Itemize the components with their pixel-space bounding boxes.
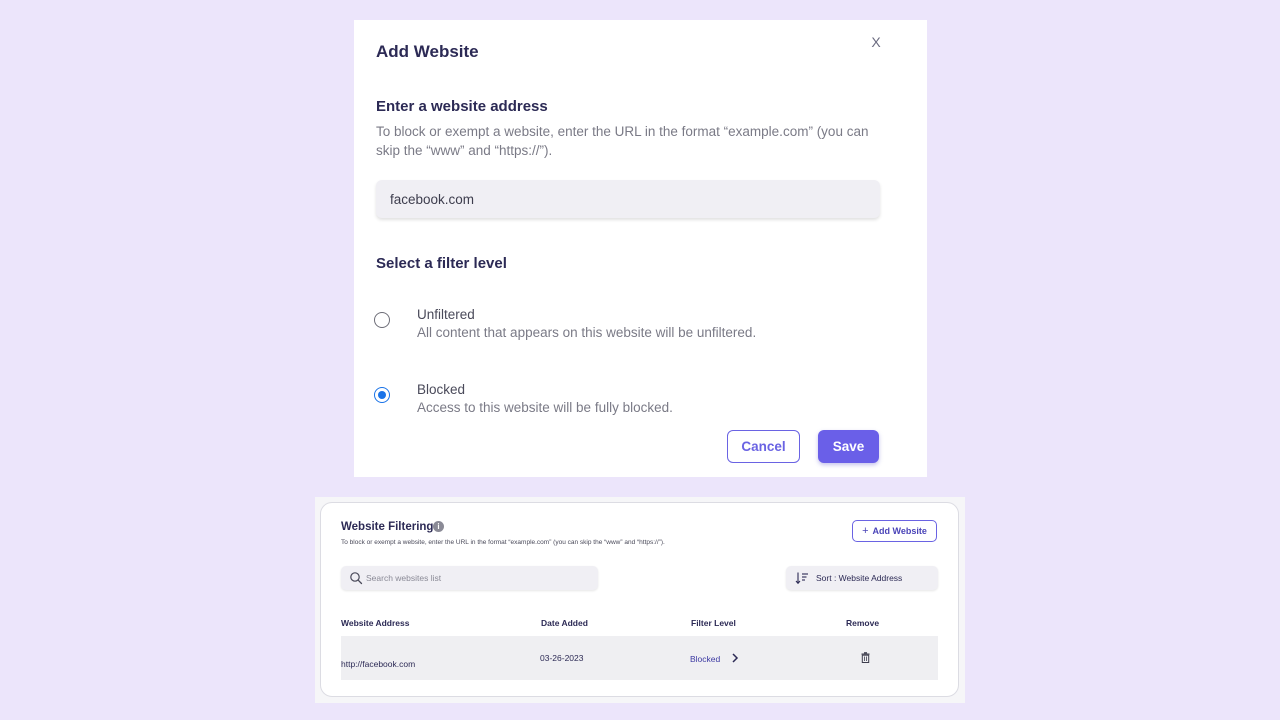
save-button[interactable]: Save [818,430,879,463]
address-help-text: To block or exempt a website, enter the … [376,124,869,158]
search-input[interactable] [366,569,591,587]
column-header-filter-level: Filter Level [691,618,736,628]
filter-level-heading: Select a filter level [376,255,507,272]
unfiltered-option-title: Unfiltered [417,307,475,322]
info-icon[interactable]: i [433,521,444,532]
unfiltered-radio[interactable] [374,312,390,328]
cancel-button[interactable]: Cancel [727,430,800,463]
unfiltered-option-description: All content that appears on this website… [417,325,757,340]
website-address-input[interactable] [376,180,880,218]
row-date-added: 03-26-2023 [540,653,584,663]
sort-icon [795,572,808,585]
row-website-address: http://facebook.com [341,659,416,669]
chevron-right-icon[interactable] [731,653,739,663]
column-header-website-address: Website Address [341,618,410,628]
sort-label: Sort : Website Address [816,573,903,583]
close-button[interactable]: X [868,34,884,50]
panel-subtitle: To block or exempt a website, enter the … [341,539,665,546]
panel-title: Website Filtering [341,521,434,533]
trash-icon[interactable] [861,652,870,663]
table-row: http://facebook.com 03-26-2023 Blocked [341,636,938,680]
search-box[interactable] [341,566,598,590]
blocked-radio[interactable] [374,387,390,403]
search-icon [350,572,363,585]
column-header-date-added: Date Added [541,618,588,628]
blocked-option-description: Access to this website will be fully blo… [417,400,673,415]
add-website-label: Add Website [872,526,927,536]
add-website-modal: Add Website X Enter a website address To… [354,20,927,477]
address-heading: Enter a website address [376,98,548,115]
website-filtering-panel: Website Filtering i To block or exempt a… [320,502,959,697]
column-header-remove: Remove [846,618,880,628]
plus-icon: + [862,525,869,537]
row-filter-level-link[interactable]: Blocked [690,654,720,664]
modal-title: Add Website [376,42,479,61]
website-filtering-container: Website Filtering i To block or exempt a… [315,497,965,703]
blocked-option-title: Blocked [417,382,466,397]
sort-button[interactable]: Sort : Website Address [786,566,938,590]
add-website-button[interactable]: + Add Website [852,520,937,542]
